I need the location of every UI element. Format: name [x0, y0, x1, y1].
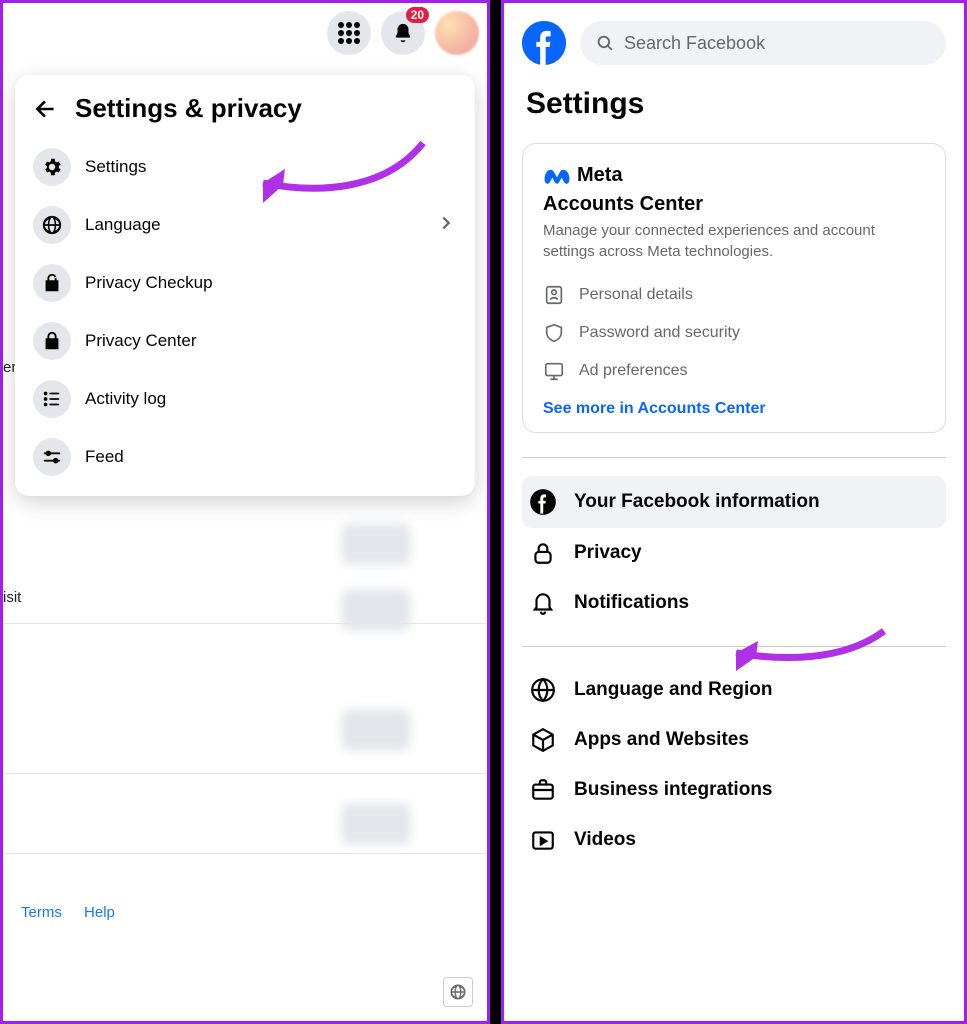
cube-icon — [530, 727, 556, 753]
accounts-center-title: Accounts Center — [543, 193, 925, 216]
section-business-integrations[interactable]: Business integrations — [522, 765, 946, 815]
globe-icon — [41, 214, 63, 236]
sliders-icon — [41, 446, 63, 468]
accounts-center-card: Meta Accounts Center Manage your connect… — [522, 143, 946, 433]
settings-privacy-dropdown: Settings & privacy Settings Language Pri… — [15, 75, 475, 496]
ad-preferences-row[interactable]: Ad preferences — [543, 352, 925, 390]
search-input[interactable]: Search Facebook — [580, 21, 946, 65]
right-screenshot: Search Facebook Settings Meta Accounts C… — [501, 0, 967, 1024]
footer-links: Terms Help — [21, 904, 133, 921]
grid-icon — [338, 22, 360, 44]
menu-item-activity-log[interactable]: Activity log — [25, 370, 465, 428]
menu-label: Privacy Center — [85, 331, 196, 351]
section-label: Notifications — [574, 592, 689, 614]
menu-label: Settings — [85, 157, 146, 177]
back-button[interactable] — [33, 96, 59, 122]
menu-item-privacy-checkup[interactable]: Privacy Checkup — [25, 254, 465, 312]
search-placeholder: Search Facebook — [624, 33, 765, 54]
blurred-content — [341, 589, 411, 631]
section-label: Language and Region — [574, 679, 772, 701]
meta-icon — [543, 166, 571, 186]
left-screenshot: 20 er isit Settings & privacy Settings L… — [0, 0, 490, 1024]
arrow-left-icon — [33, 96, 59, 122]
search-icon — [596, 34, 614, 52]
row-label: Password and security — [579, 324, 740, 342]
meta-brand: Meta — [543, 164, 925, 187]
id-card-icon — [543, 284, 565, 306]
list-icon — [41, 388, 63, 410]
shield-icon — [543, 322, 565, 344]
facebook-logo[interactable] — [522, 21, 566, 65]
background-text: isit — [3, 589, 21, 606]
menu-label: Feed — [85, 447, 124, 467]
help-link[interactable]: Help — [84, 904, 115, 921]
menu-label: Privacy Checkup — [85, 273, 213, 293]
row-label: Personal details — [579, 286, 693, 304]
see-more-link[interactable]: See more in Accounts Center — [543, 390, 925, 418]
chevron-right-icon — [435, 212, 457, 234]
section-facebook-info[interactable]: Your Facebook information — [522, 476, 946, 528]
blurred-content — [341, 523, 411, 565]
section-label: Privacy — [574, 542, 642, 564]
blurred-content — [341, 709, 411, 751]
accounts-center-desc: Manage your connected experiences and ac… — [543, 220, 925, 262]
notification-badge: 20 — [406, 7, 429, 23]
screen-icon — [543, 360, 565, 382]
bell-icon — [392, 22, 414, 44]
section-label: Business integrations — [574, 779, 773, 801]
section-label: Your Facebook information — [574, 491, 820, 513]
section-privacy[interactable]: Privacy — [522, 528, 946, 578]
globe-button[interactable] — [443, 977, 473, 1007]
section-apps-websites[interactable]: Apps and Websites — [522, 715, 946, 765]
section-label: Apps and Websites — [574, 729, 749, 751]
page-title: Settings — [504, 65, 964, 121]
dropdown-title: Settings & privacy — [75, 93, 302, 124]
menu-label: Language — [85, 215, 161, 235]
briefcase-icon — [530, 777, 556, 803]
terms-link[interactable]: Terms — [21, 904, 62, 921]
meta-brand-text: Meta — [577, 164, 623, 187]
lock-icon — [530, 540, 556, 566]
profile-avatar[interactable] — [435, 11, 479, 55]
menu-item-feed[interactable]: Feed — [25, 428, 465, 486]
menu-label: Activity log — [85, 389, 166, 409]
facebook-circle-icon — [529, 488, 557, 516]
section-label: Videos — [574, 829, 636, 851]
blurred-content — [341, 803, 411, 845]
top-icon-bar: 20 — [327, 11, 479, 55]
globe-icon — [530, 677, 556, 703]
password-security-row[interactable]: Password and security — [543, 314, 925, 352]
row-label: Ad preferences — [579, 362, 688, 380]
facebook-f-icon — [522, 21, 566, 65]
section-videos[interactable]: Videos — [522, 815, 946, 865]
bell-icon — [530, 590, 556, 616]
menu-item-privacy-center[interactable]: Privacy Center — [25, 312, 465, 370]
menu-item-settings[interactable]: Settings — [25, 138, 465, 196]
globe-icon — [449, 983, 467, 1001]
notifications-button[interactable]: 20 — [381, 11, 425, 55]
section-language-region[interactable]: Language and Region — [522, 665, 946, 715]
personal-details-row[interactable]: Personal details — [543, 276, 925, 314]
video-icon — [530, 827, 556, 853]
gear-icon — [41, 156, 63, 178]
apps-grid-button[interactable] — [327, 11, 371, 55]
menu-item-language[interactable]: Language — [25, 196, 465, 254]
lock-icon — [41, 330, 63, 352]
lock-heart-icon — [41, 272, 63, 294]
section-notifications[interactable]: Notifications — [522, 578, 946, 628]
